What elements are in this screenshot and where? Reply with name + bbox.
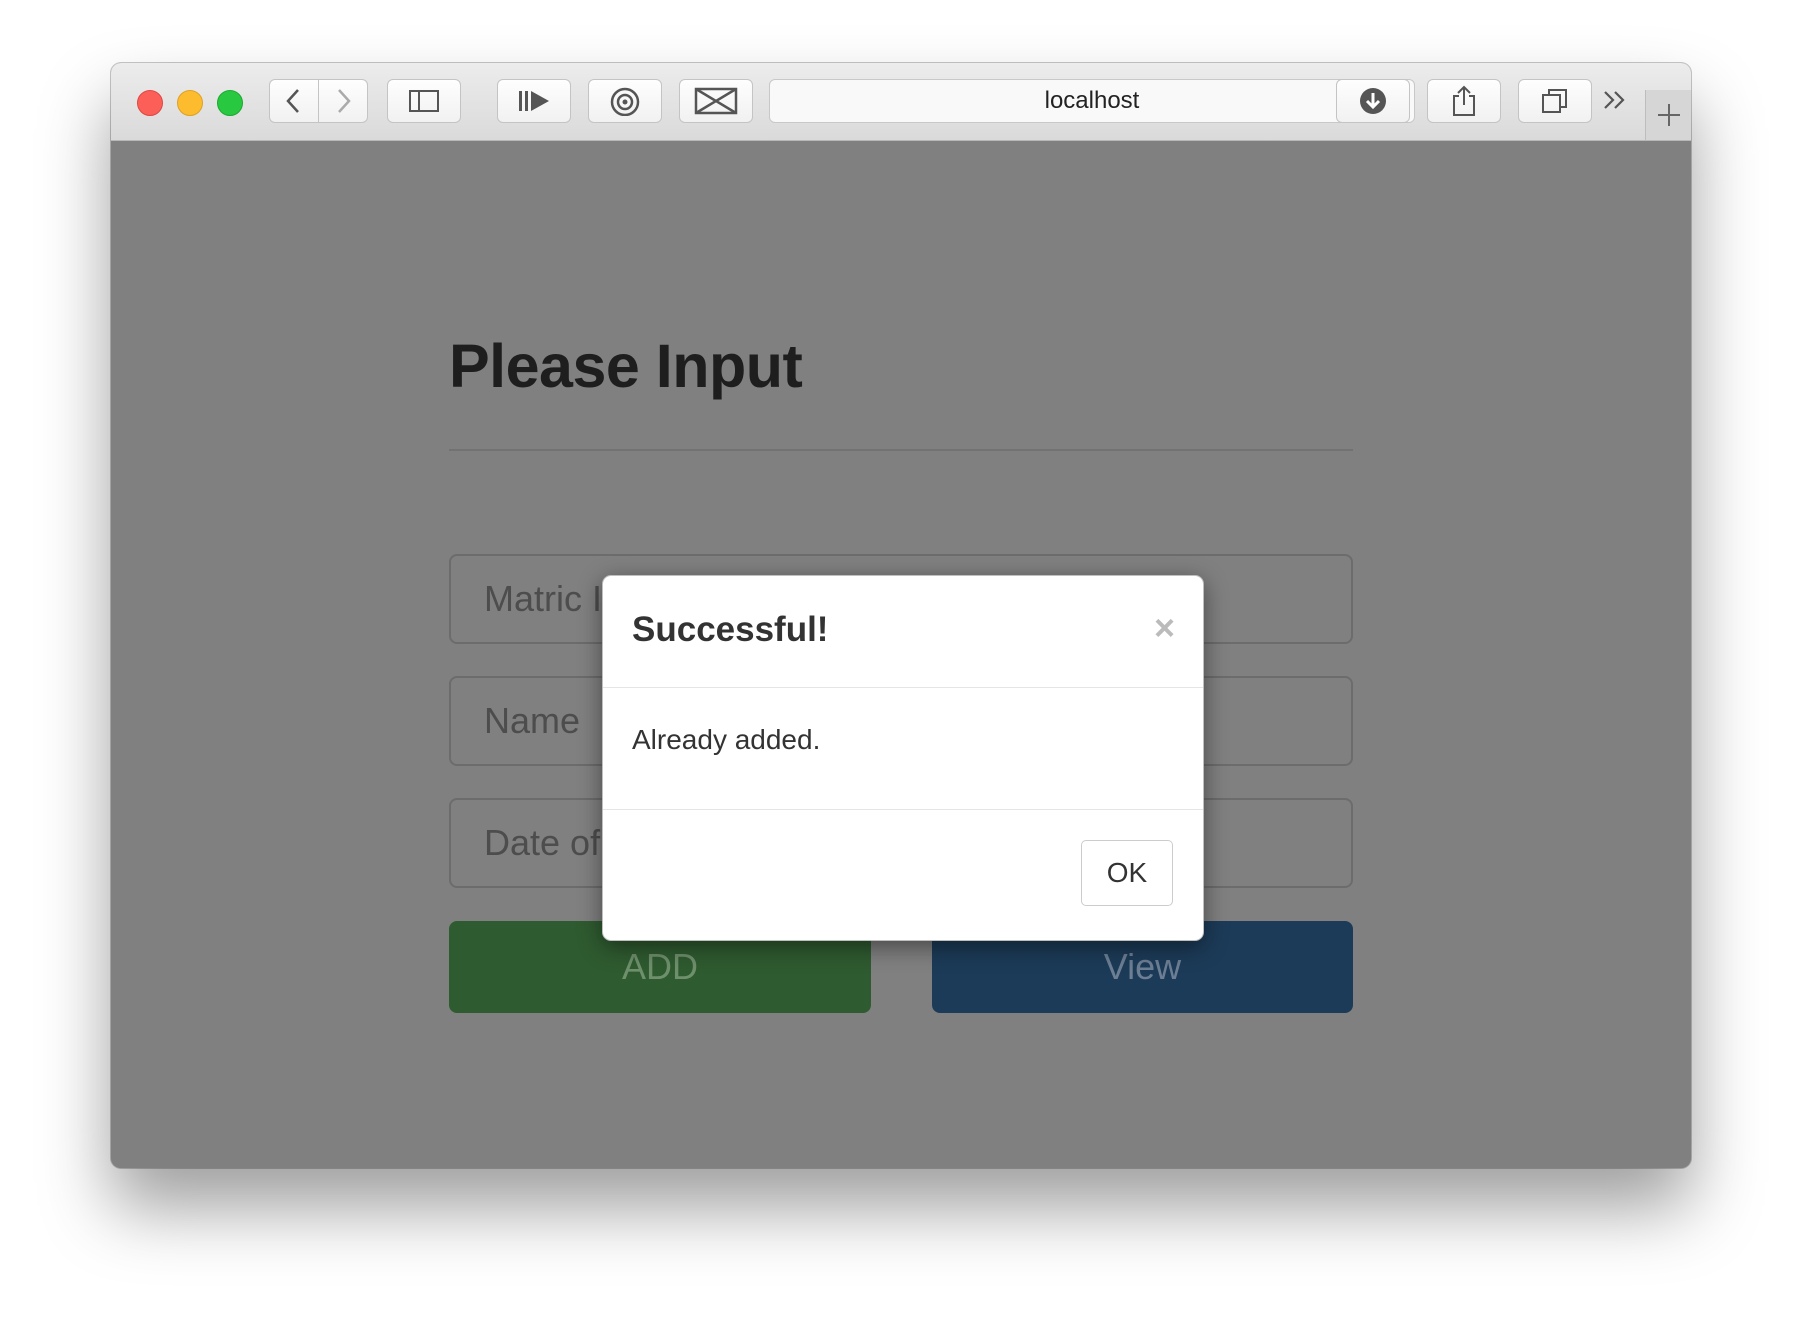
modal-footer: OK	[603, 809, 1203, 940]
sidebar-icon	[409, 90, 439, 112]
share-icon	[1453, 85, 1475, 116]
address-bar[interactable]: localhost	[769, 79, 1415, 123]
plus-icon	[1657, 104, 1680, 126]
close-window-button[interactable]	[137, 90, 163, 116]
success-modal: Successful! × Already added. OK	[602, 575, 1204, 941]
browser-toolbar: localhost	[111, 63, 1691, 141]
browser-window: localhost Please Input Matric I Name Dat…	[111, 63, 1691, 1168]
modal-title: Successful!	[632, 610, 829, 649]
share-button[interactable]	[1427, 79, 1501, 123]
bowtie-icon	[694, 87, 738, 115]
forward-button[interactable]	[318, 79, 368, 123]
modal-close-icon[interactable]: ×	[1154, 610, 1175, 646]
modal-header: Successful! ×	[603, 576, 1203, 688]
back-button[interactable]	[269, 79, 319, 123]
downloads-button[interactable]	[1336, 79, 1410, 123]
minimize-window-button[interactable]	[177, 90, 203, 116]
tabs-overview-button[interactable]	[1518, 79, 1592, 123]
chevron-right-icon	[338, 89, 351, 113]
double-chevron-icon[interactable]	[1601, 85, 1629, 115]
ok-button[interactable]: OK	[1081, 840, 1173, 906]
sidebar-button[interactable]	[387, 79, 461, 123]
reader-play-icon	[519, 91, 549, 111]
reader-button[interactable]	[497, 79, 571, 123]
zoom-window-button[interactable]	[217, 90, 243, 116]
tabs-icon	[1542, 89, 1567, 113]
download-icon	[1360, 88, 1386, 114]
page-title: Please Input	[449, 332, 803, 400]
title-divider	[449, 449, 1353, 451]
url-text: localhost	[1044, 87, 1140, 114]
airdrop-icon	[610, 87, 640, 116]
modal-message: Already added.	[632, 724, 821, 755]
page-content: Please Input Matric I Name Date of ADD V…	[111, 141, 1691, 1168]
new-tab-button[interactable]	[1645, 90, 1691, 140]
airdrop-button[interactable]	[588, 79, 662, 123]
bowtie-button[interactable]	[679, 79, 753, 123]
chevron-left-icon	[286, 89, 299, 113]
